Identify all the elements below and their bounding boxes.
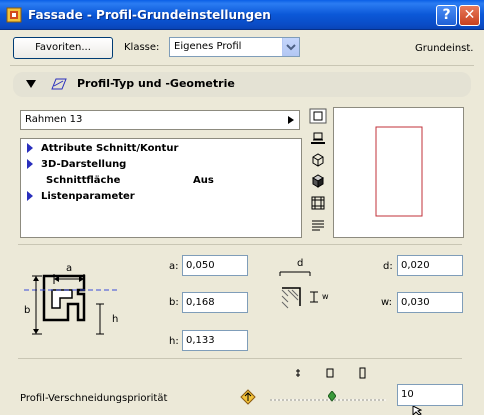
profile-preview bbox=[333, 107, 464, 238]
cube-wireframe-icon[interactable] bbox=[309, 152, 327, 168]
preview-rectangle bbox=[375, 126, 423, 217]
square-outline-icon[interactable] bbox=[309, 108, 327, 124]
profile-dimension-diagram bbox=[24, 274, 118, 335]
profile-type-icon bbox=[51, 78, 67, 90]
class-select[interactable]: Eigenes Profil bbox=[169, 37, 300, 57]
tree-item-section-fill-value[interactable]: Aus bbox=[193, 175, 214, 186]
help-button[interactable]: ? bbox=[436, 5, 457, 26]
divider bbox=[18, 358, 462, 359]
section-header[interactable]: Profil-Typ und -Geometrie bbox=[13, 72, 471, 97]
tree-item-3d[interactable]: 3D-Darstellung bbox=[27, 159, 126, 173]
collapse-triangle-icon[interactable] bbox=[26, 80, 36, 88]
chevron-down-icon[interactable] bbox=[282, 38, 299, 56]
title-bar[interactable]: Fassade - Profil-Grundeinstellungen ? ✕ bbox=[0, 0, 484, 30]
diagram-label-b: b bbox=[24, 305, 31, 316]
divider bbox=[18, 244, 462, 245]
param-d-input[interactable]: 0,020 bbox=[397, 255, 463, 276]
priority-slider[interactable] bbox=[268, 391, 388, 404]
param-h-input[interactable]: 0,133 bbox=[182, 330, 248, 351]
glazing-diagram bbox=[279, 271, 318, 309]
param-d-label: d: bbox=[383, 261, 393, 272]
diagram-label-d: d bbox=[297, 258, 304, 269]
divider bbox=[10, 65, 474, 66]
param-h-label: h: bbox=[169, 336, 179, 347]
class-select-value: Eigenes Profil bbox=[174, 41, 242, 52]
settings-tree: Attribute Schnitt/Kontur 3D-Darstellung … bbox=[20, 138, 302, 238]
tree-item-section-fill[interactable]: Schnittfläche bbox=[46, 175, 120, 189]
favorites-button[interactable]: Favoriten... bbox=[13, 37, 113, 59]
slider-thumb[interactable] bbox=[328, 391, 336, 403]
list-lines-icon[interactable] bbox=[309, 218, 327, 234]
chevron-right-icon bbox=[288, 116, 294, 124]
window-title: Fassade - Profil-Grundeinstellungen bbox=[28, 8, 271, 22]
priority-label: Profil-Verschneidungspriorität bbox=[20, 393, 168, 404]
dialog-window: Fassade - Profil-Grundeinstellungen ? ✕ … bbox=[0, 0, 484, 415]
defaults-label: Grundeinst. bbox=[415, 43, 474, 54]
app-icon bbox=[6, 7, 22, 23]
diagram-label-w: w bbox=[322, 292, 329, 301]
diagram-label-h: h bbox=[112, 314, 119, 325]
param-b-input[interactable]: 0,168 bbox=[182, 292, 248, 313]
cube-solid-icon[interactable] bbox=[309, 173, 327, 189]
class-label: Klasse: bbox=[124, 42, 160, 53]
priority-diamond-icon bbox=[240, 389, 256, 405]
tree-item-attributes[interactable]: Attribute Schnitt/Kontur bbox=[27, 143, 178, 157]
diagram-label-a: a bbox=[66, 263, 73, 274]
expand-arrow-icon[interactable] bbox=[27, 159, 33, 169]
param-w-input[interactable]: 0,030 bbox=[397, 292, 463, 313]
section-title: Profil-Typ und -Geometrie bbox=[77, 77, 235, 90]
tree-item-list-params[interactable]: Listenparameter bbox=[27, 191, 135, 205]
close-button[interactable]: ✕ bbox=[459, 5, 480, 26]
param-w-label: w: bbox=[381, 297, 393, 308]
mouse-cursor-icon bbox=[412, 406, 422, 415]
slider-markers bbox=[296, 367, 366, 379]
profile-select[interactable]: Rahmen 13 bbox=[20, 110, 300, 130]
priority-input[interactable]: 10 bbox=[397, 384, 463, 406]
param-a-input[interactable]: 0,050 bbox=[182, 255, 248, 276]
expand-arrow-icon[interactable] bbox=[27, 143, 33, 153]
profile-select-value: Rahmen 13 bbox=[25, 114, 83, 125]
expand-arrow-icon[interactable] bbox=[27, 191, 33, 201]
param-b-label: b: bbox=[169, 297, 179, 308]
film-strip-icon[interactable] bbox=[309, 195, 327, 211]
param-a-label: a: bbox=[169, 261, 179, 272]
printer-icon[interactable] bbox=[309, 131, 327, 147]
